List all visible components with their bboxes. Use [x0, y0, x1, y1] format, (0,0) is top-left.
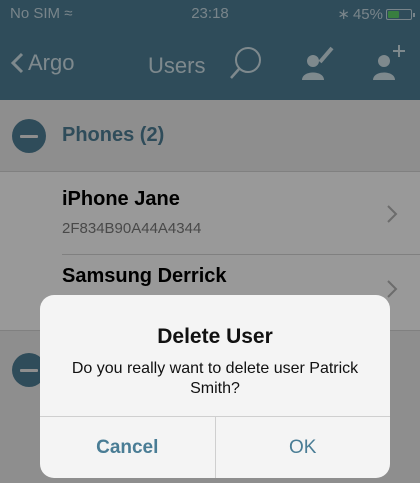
alert-title: Delete User [157, 325, 273, 348]
cancel-button[interactable]: Cancel [40, 417, 216, 478]
alert-message: Do you really want to delete user Patric… [71, 360, 359, 397]
ok-button[interactable]: OK [216, 417, 391, 478]
delete-user-alert: Delete User Do you really want to delete… [40, 295, 390, 478]
alert-actions: Cancel OK [40, 416, 390, 478]
users-screen: No SIM ≈ 23:18 ∗ 45% Argo Users Phones (… [0, 0, 420, 483]
